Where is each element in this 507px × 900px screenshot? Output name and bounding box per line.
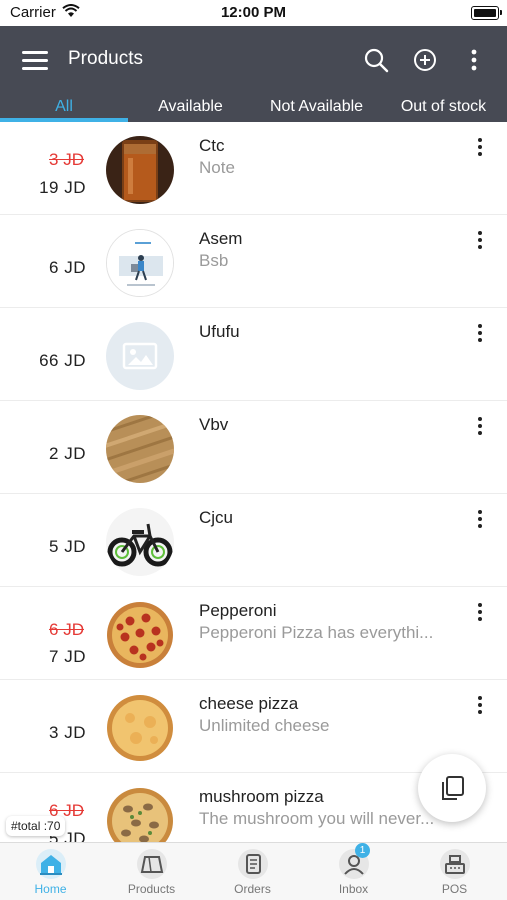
old-price: 3 JD bbox=[49, 150, 84, 169]
more-vertical-icon[interactable] bbox=[473, 603, 487, 625]
cheese-pizza-photo bbox=[106, 694, 174, 762]
more-vertical-icon[interactable] bbox=[473, 231, 487, 253]
price: 6 JD bbox=[49, 258, 86, 277]
orders-icon bbox=[238, 849, 268, 879]
product-description: Note bbox=[199, 158, 235, 177]
battery-icon bbox=[471, 6, 502, 20]
status-time: 12:00 PM bbox=[220, 4, 287, 21]
image-placeholder-icon bbox=[106, 322, 174, 390]
nav-label: Orders bbox=[234, 882, 271, 896]
status-bar: Carrier 12:00 PM bbox=[0, 0, 507, 26]
product-row[interactable]: 3 JD cheese pizza Unlimited cheese bbox=[0, 680, 507, 773]
glass-jar-photo bbox=[106, 136, 174, 204]
product-description: The mushroom you will never... bbox=[199, 809, 435, 828]
nav-item-inbox[interactable]: 1 Inbox bbox=[303, 843, 404, 900]
nav-label: Home bbox=[34, 882, 67, 896]
nav-item-products[interactable]: Products bbox=[101, 843, 202, 900]
product-list: 3 JD 19 JD Ctc Note 6 JD Asem Bsb 66 JD … bbox=[0, 122, 507, 842]
electric-bike-photo bbox=[106, 508, 174, 576]
old-price: 6 JD bbox=[49, 620, 84, 639]
product-row[interactable]: 5 JD Cjcu bbox=[0, 494, 507, 587]
add-circle-icon[interactable] bbox=[411, 46, 439, 74]
product-row[interactable]: 66 JD Ufufu bbox=[0, 308, 507, 401]
cash-register-icon bbox=[440, 849, 470, 879]
person-illustration bbox=[106, 229, 174, 297]
product-row[interactable]: 3 JD 19 JD Ctc Note bbox=[0, 122, 507, 215]
home-icon bbox=[36, 849, 66, 879]
more-vertical-icon[interactable] bbox=[473, 510, 487, 532]
nav-label: Inbox bbox=[338, 882, 369, 896]
search-icon[interactable] bbox=[362, 46, 390, 74]
products-icon bbox=[137, 849, 167, 879]
product-description: Unlimited cheese bbox=[199, 716, 330, 735]
more-vertical-icon[interactable] bbox=[473, 417, 487, 439]
product-name: Ctc bbox=[199, 136, 225, 155]
product-description: Bsb bbox=[199, 251, 229, 270]
more-vertical-icon[interactable] bbox=[473, 324, 487, 346]
more-vertical-icon[interactable] bbox=[473, 696, 487, 718]
copy-icon bbox=[438, 774, 466, 807]
mushroom-pizza-photo bbox=[106, 787, 174, 842]
wood-texture-photo bbox=[106, 415, 174, 483]
price: 19 JD bbox=[39, 178, 86, 197]
product-row[interactable]: 6 JD Asem Bsb bbox=[0, 215, 507, 308]
menu-icon[interactable] bbox=[22, 49, 48, 71]
price: 2 JD bbox=[49, 444, 86, 463]
product-name: Vbv bbox=[199, 415, 229, 434]
tab-not-available[interactable]: Not Available bbox=[253, 94, 380, 122]
tab-out-of-stock[interactable]: Out of stock bbox=[380, 94, 507, 122]
nav-item-orders[interactable]: Orders bbox=[202, 843, 303, 900]
price: 66 JD bbox=[39, 351, 86, 370]
product-name: Pepperoni bbox=[199, 601, 277, 620]
pepperoni-pizza-photo bbox=[106, 601, 174, 669]
more-vertical-icon[interactable] bbox=[473, 138, 487, 160]
nav-label: POS bbox=[441, 882, 468, 896]
nav-item-pos[interactable]: POS bbox=[404, 843, 505, 900]
nav-label: Products bbox=[127, 882, 176, 896]
price: 7 JD bbox=[49, 647, 86, 666]
page-title: Products bbox=[68, 48, 143, 69]
price: 3 JD bbox=[49, 723, 86, 742]
price: 5 JD bbox=[49, 537, 86, 556]
product-row[interactable]: 2 JD Vbv bbox=[0, 401, 507, 494]
nav-item-home[interactable]: Home bbox=[0, 843, 101, 900]
bottom-navigation: Home Products Orders 1 Inbox POS bbox=[0, 842, 507, 900]
product-name: Asem bbox=[199, 229, 243, 248]
product-name: Ufufu bbox=[199, 322, 240, 341]
total-count-label: #total :70 bbox=[6, 816, 66, 836]
copy-button[interactable] bbox=[418, 754, 486, 822]
inbox-badge: 1 bbox=[355, 843, 370, 858]
tab-available[interactable]: Available bbox=[128, 94, 253, 122]
more-vertical-icon[interactable] bbox=[460, 46, 488, 74]
product-name: Cjcu bbox=[199, 508, 234, 527]
product-description: Pepperoni Pizza has everythi... bbox=[199, 623, 434, 642]
app-bar: Products bbox=[0, 26, 507, 94]
product-name: cheese pizza bbox=[199, 694, 299, 713]
product-row[interactable]: 6 JD 7 JD Pepperoni Pepperoni Pizza has … bbox=[0, 587, 507, 680]
product-name: mushroom pizza bbox=[199, 787, 324, 806]
